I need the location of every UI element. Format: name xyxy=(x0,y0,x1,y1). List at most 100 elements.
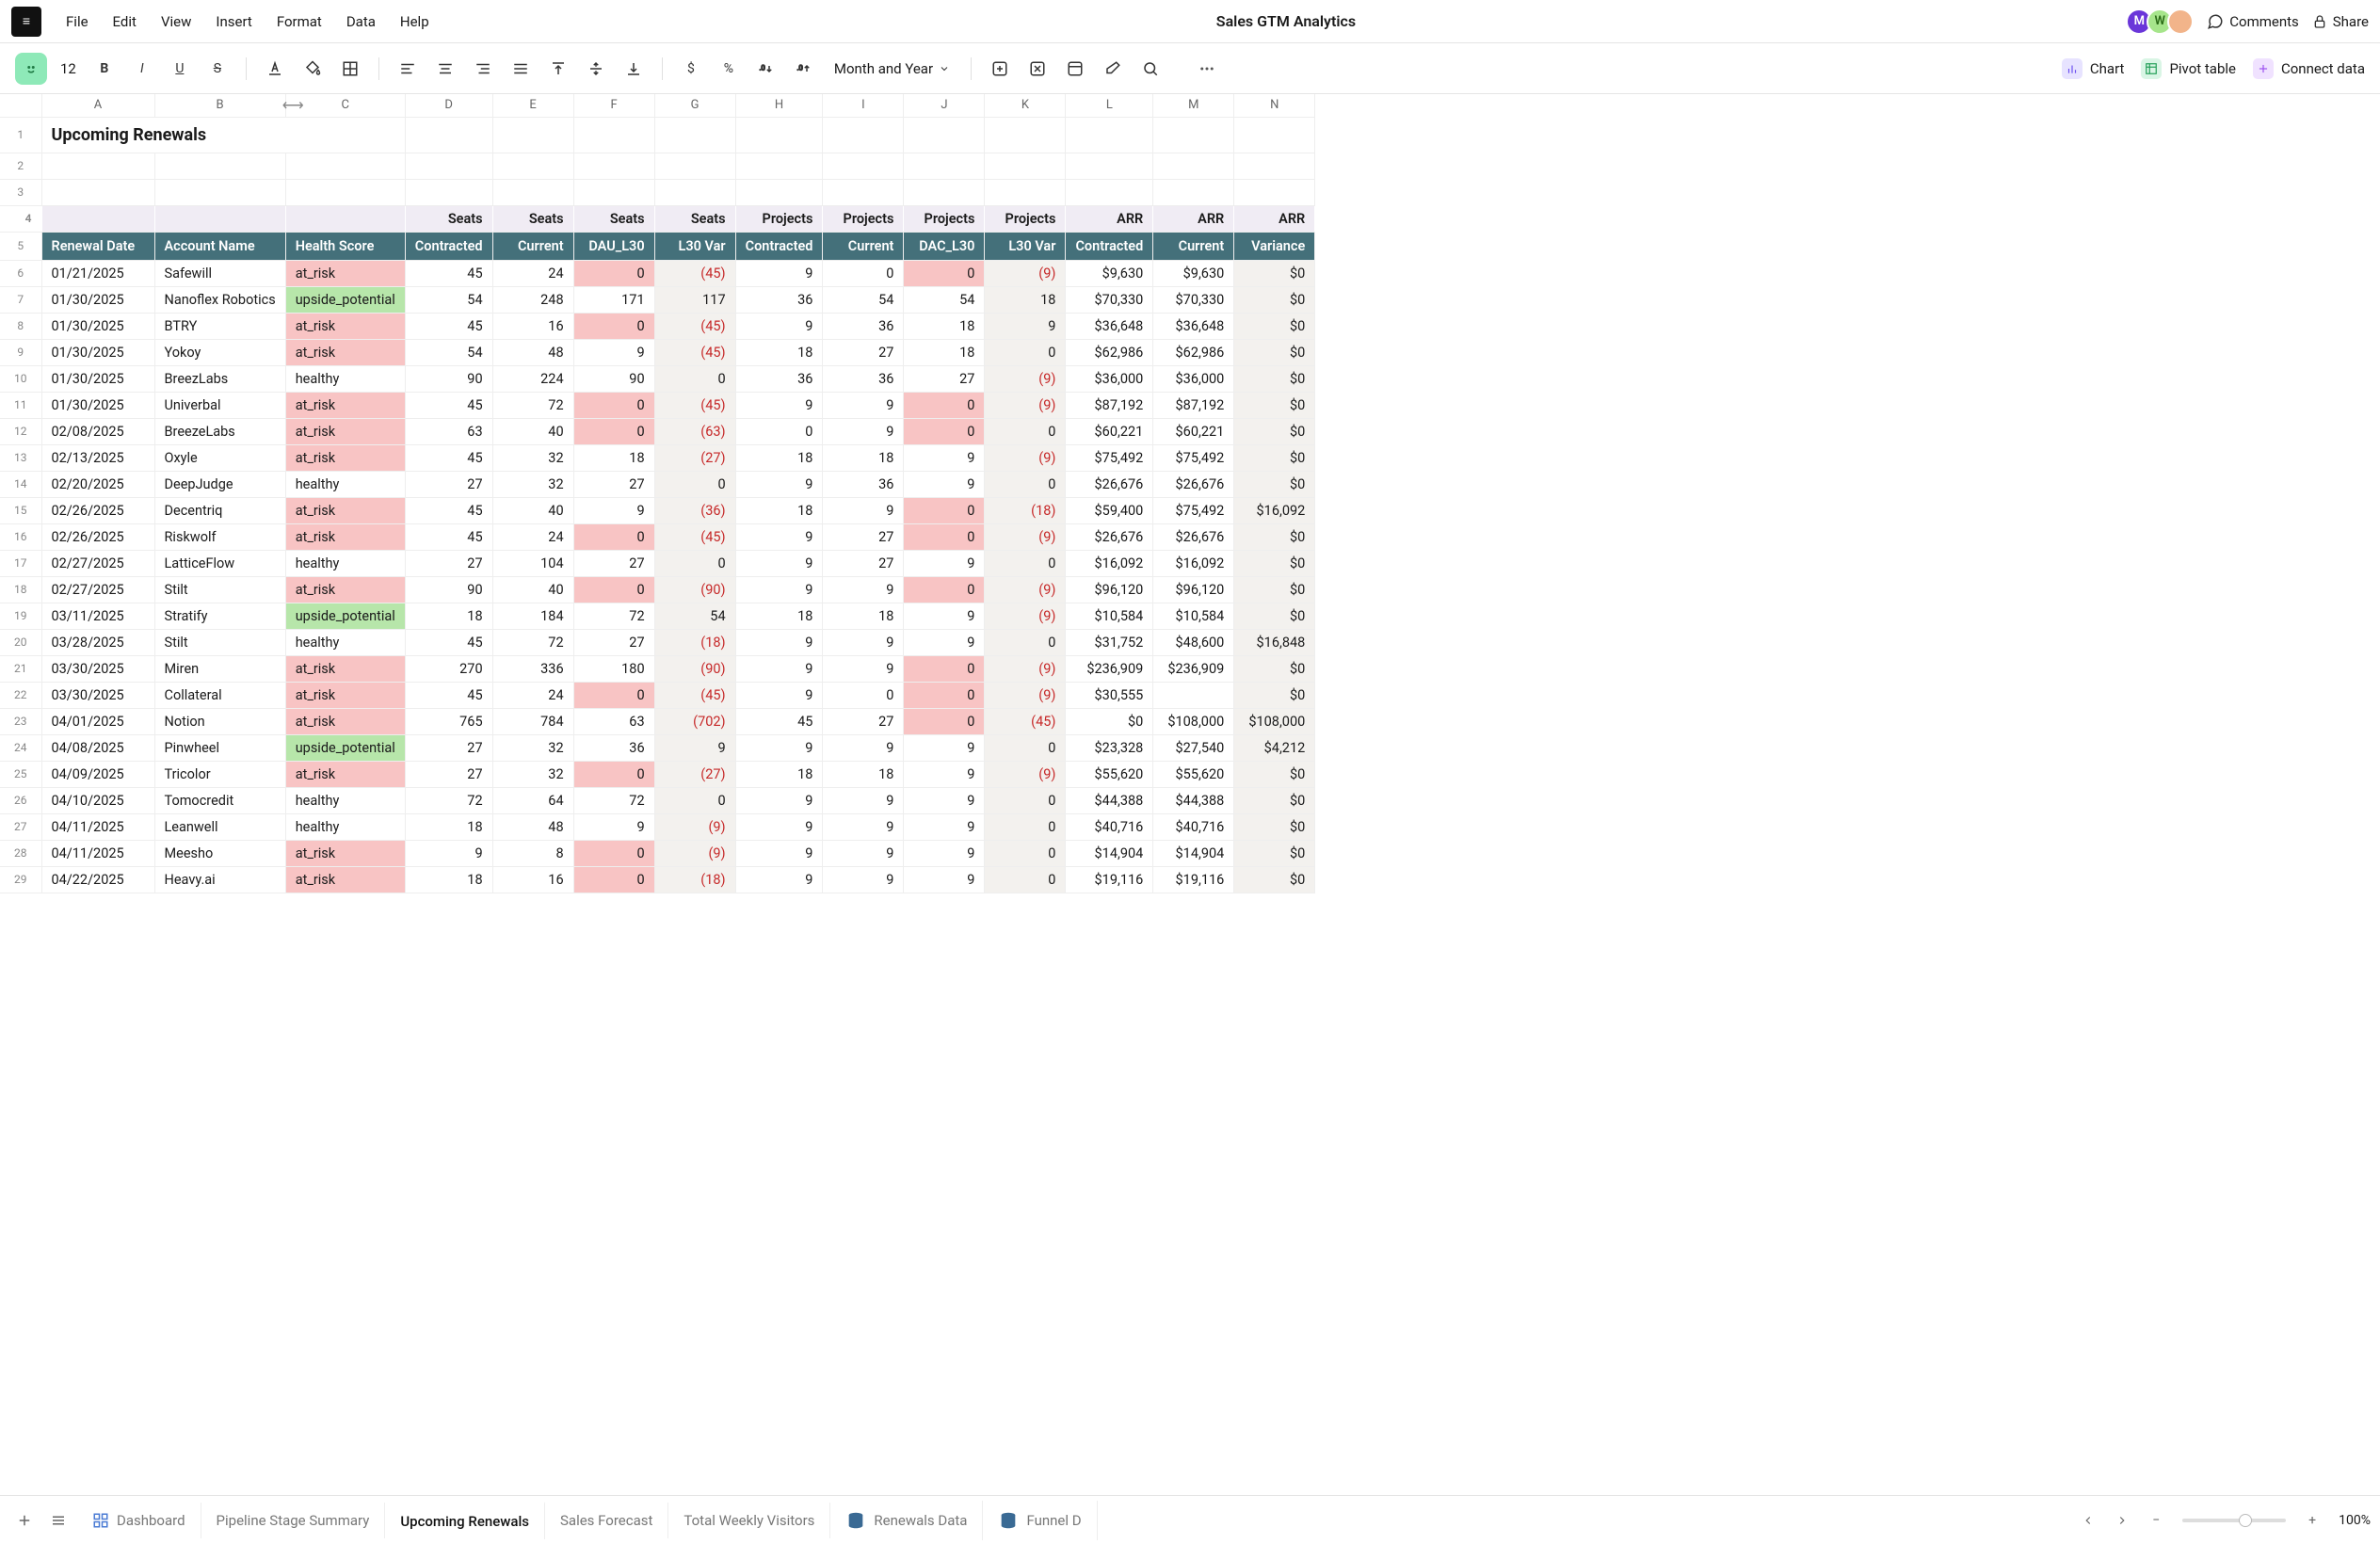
cell[interactable]: (45) xyxy=(654,523,735,550)
percent-button[interactable]: % xyxy=(714,54,744,84)
cell[interactable]: 0 xyxy=(573,313,654,339)
cell[interactable]: 27 xyxy=(823,550,904,576)
cell[interactable]: 0 xyxy=(654,365,735,392)
cell[interactable]: 27 xyxy=(573,550,654,576)
cell[interactable]: 16 xyxy=(492,313,573,339)
cell[interactable]: $0 xyxy=(1234,471,1315,497)
cell[interactable]: (90) xyxy=(654,576,735,603)
cell[interactable]: 0 xyxy=(985,629,1066,655)
cell[interactable]: 224 xyxy=(492,365,573,392)
cell[interactable]: $108,000 xyxy=(1234,708,1315,734)
menu-data[interactable]: Data xyxy=(335,8,387,36)
cell[interactable]: 01/30/2025 xyxy=(41,365,154,392)
cell[interactable]: 0 xyxy=(985,550,1066,576)
cell[interactable]: 01/30/2025 xyxy=(41,339,154,365)
cell[interactable]: $87,192 xyxy=(1153,392,1234,418)
cell[interactable] xyxy=(985,179,1066,205)
cell[interactable]: 02/20/2025 xyxy=(41,471,154,497)
row-number[interactable]: 3 xyxy=(0,179,41,205)
cell[interactable]: 64 xyxy=(492,787,573,813)
cell[interactable]: 0 xyxy=(573,418,654,444)
cell[interactable]: 18 xyxy=(823,761,904,787)
align-center-button[interactable] xyxy=(430,54,460,84)
cell[interactable]: 0 xyxy=(985,813,1066,840)
cell[interactable]: 72 xyxy=(405,787,492,813)
cell[interactable]: 54 xyxy=(823,286,904,313)
cell[interactable]: $0 xyxy=(1234,603,1315,629)
cell[interactable]: $236,909 xyxy=(1066,655,1153,682)
cell[interactable]: 04/01/2025 xyxy=(41,708,154,734)
cell[interactable]: $96,120 xyxy=(1153,576,1234,603)
cell[interactable]: 0 xyxy=(904,576,985,603)
row-number[interactable]: 27 xyxy=(0,813,41,840)
cell[interactable]: $40,716 xyxy=(1153,813,1234,840)
align-justify-button[interactable] xyxy=(506,54,536,84)
cell[interactable]: 9 xyxy=(904,471,985,497)
cell[interactable]: $75,492 xyxy=(1153,444,1234,471)
cell[interactable]: 18 xyxy=(405,813,492,840)
delete-button[interactable] xyxy=(1022,54,1053,84)
cell[interactable]: $26,676 xyxy=(1066,471,1153,497)
row-number[interactable]: 7 xyxy=(0,286,41,313)
cell[interactable]: $59,400 xyxy=(1066,497,1153,523)
cell[interactable]: 02/13/2025 xyxy=(41,444,154,471)
cell[interactable] xyxy=(823,179,904,205)
cell[interactable]: 48 xyxy=(492,339,573,365)
col-header[interactable]: L xyxy=(1066,94,1153,117)
cell[interactable] xyxy=(985,153,1066,179)
sheet-tab[interactable]: Funnel D xyxy=(983,1501,1097,1540)
cell[interactable]: 45 xyxy=(405,629,492,655)
cell[interactable]: 9 xyxy=(735,576,823,603)
cell[interactable] xyxy=(654,153,735,179)
row-number[interactable]: 9 xyxy=(0,339,41,365)
cell[interactable] xyxy=(154,205,285,232)
cell[interactable]: 45 xyxy=(405,260,492,286)
cell[interactable]: 9 xyxy=(823,392,904,418)
row-number[interactable]: 2 xyxy=(0,153,41,179)
cell[interactable]: (36) xyxy=(654,497,735,523)
cell[interactable]: $16,848 xyxy=(1234,629,1315,655)
cell[interactable]: (9) xyxy=(985,392,1066,418)
cell[interactable] xyxy=(405,153,492,179)
cell[interactable]: 0 xyxy=(985,840,1066,866)
insert-button[interactable] xyxy=(985,54,1015,84)
cell[interactable]: 9 xyxy=(904,813,985,840)
cell[interactable]: 0 xyxy=(573,392,654,418)
avatar-stack[interactable]: MW xyxy=(2131,8,2194,35)
cell[interactable]: $19,116 xyxy=(1066,866,1153,893)
cell[interactable]: Upcoming Renewals xyxy=(41,117,405,153)
cell[interactable] xyxy=(492,117,573,153)
cell[interactable] xyxy=(1153,179,1234,205)
cell[interactable]: 54 xyxy=(654,603,735,629)
underline-button[interactable]: U xyxy=(165,54,195,84)
cell[interactable]: 0 xyxy=(904,260,985,286)
cell[interactable]: (18) xyxy=(654,629,735,655)
cell[interactable]: 0 xyxy=(985,418,1066,444)
cell[interactable]: 45 xyxy=(735,708,823,734)
cell[interactable] xyxy=(154,179,285,205)
decimal-inc-button[interactable]: .0 xyxy=(751,54,781,84)
cell[interactable]: 180 xyxy=(573,655,654,682)
bold-button[interactable]: B xyxy=(89,54,120,84)
cell[interactable]: at_risk xyxy=(285,339,405,365)
cell[interactable]: healthy xyxy=(285,813,405,840)
cell[interactable]: Projects xyxy=(823,205,904,232)
cell[interactable] xyxy=(654,179,735,205)
cell[interactable]: Variance xyxy=(1234,232,1315,260)
cell[interactable]: (45) xyxy=(654,313,735,339)
cell[interactable]: (90) xyxy=(654,655,735,682)
cell[interactable]: healthy xyxy=(285,471,405,497)
cell[interactable]: $0 xyxy=(1234,444,1315,471)
cell[interactable]: 9 xyxy=(735,629,823,655)
cell[interactable]: Current xyxy=(1153,232,1234,260)
cell[interactable]: 0 xyxy=(904,392,985,418)
cell[interactable]: 9 xyxy=(823,655,904,682)
cell[interactable]: 9 xyxy=(735,313,823,339)
row-number[interactable]: 6 xyxy=(0,260,41,286)
zoom-in-button[interactable]: + xyxy=(2297,1505,2327,1536)
cell[interactable]: 0 xyxy=(985,866,1066,893)
cell[interactable]: 9 xyxy=(573,813,654,840)
cell[interactable]: 27 xyxy=(405,734,492,761)
cell[interactable]: (45) xyxy=(654,260,735,286)
add-sheet-button[interactable] xyxy=(9,1505,40,1536)
